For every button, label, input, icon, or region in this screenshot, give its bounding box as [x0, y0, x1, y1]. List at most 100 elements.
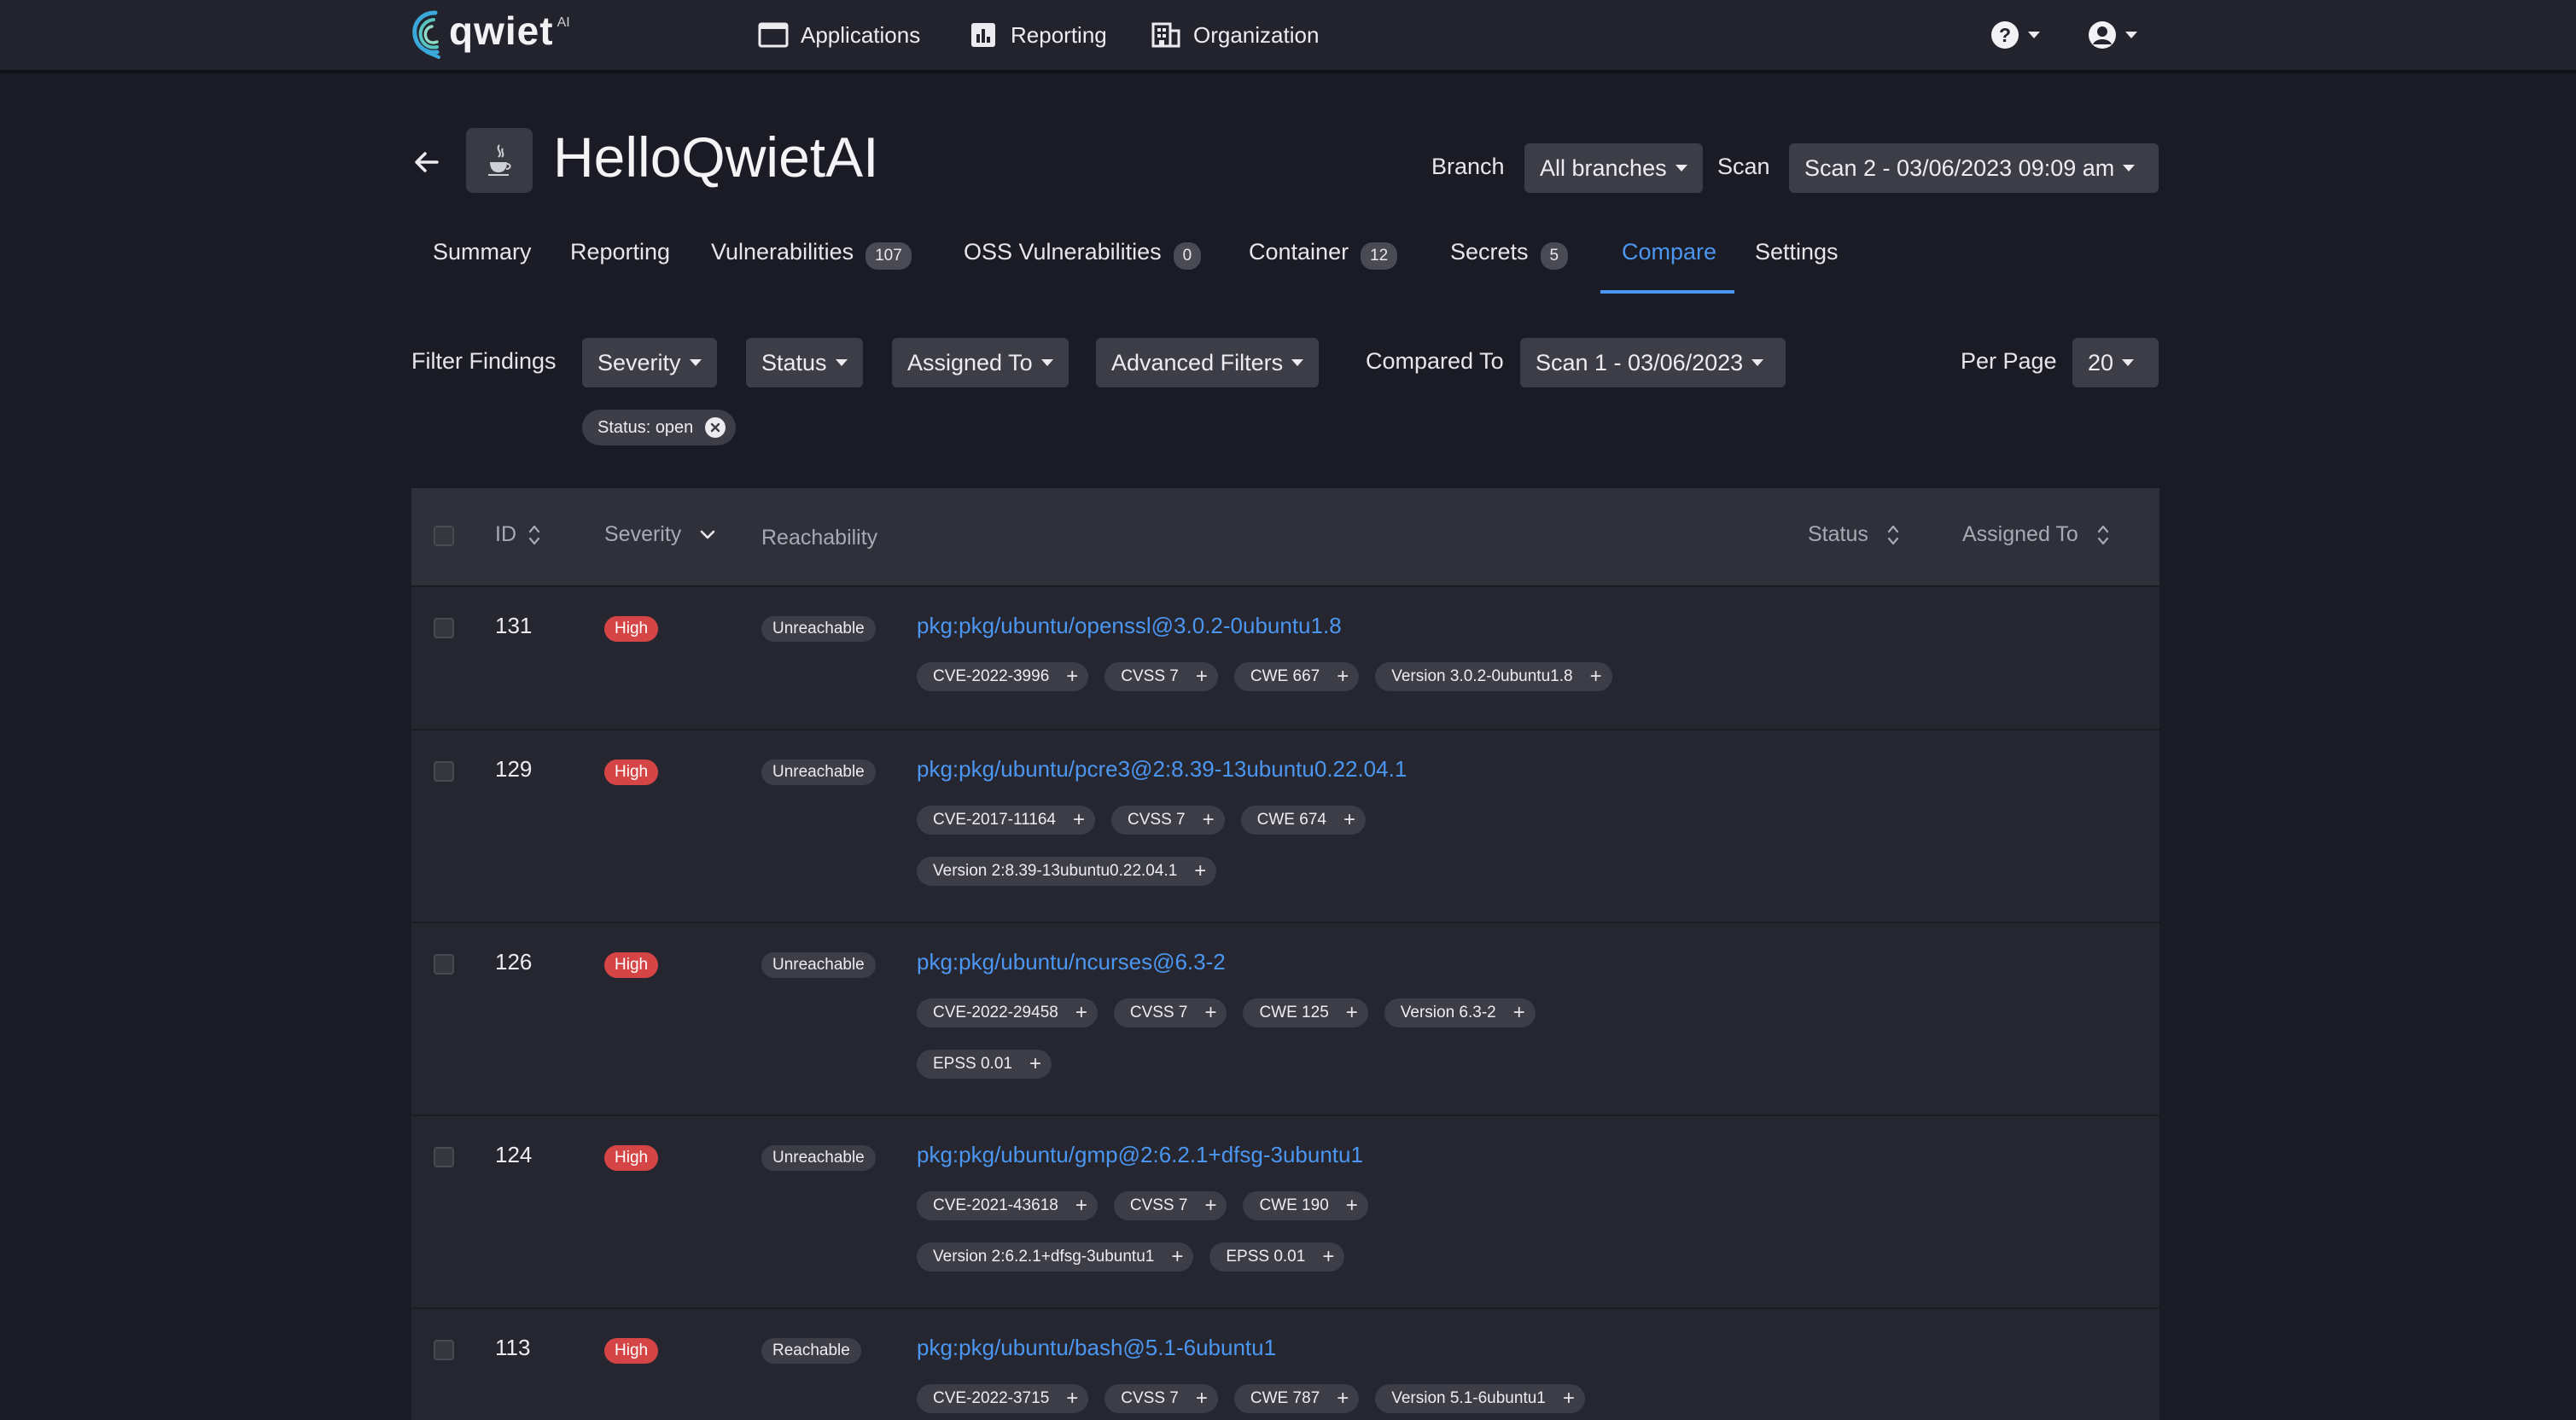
tab-summary[interactable]: Summary — [433, 239, 532, 294]
plus-icon[interactable]: + — [1171, 1247, 1183, 1267]
plus-icon[interactable]: + — [1196, 666, 1208, 687]
plus-icon[interactable]: + — [1513, 1003, 1525, 1023]
package-link[interactable]: pkg:pkg/ubuntu/ncurses@6.3-2 — [917, 949, 1226, 975]
column-label: Severity — [604, 522, 682, 546]
plus-icon[interactable]: + — [1337, 1388, 1349, 1409]
nav-reporting[interactable]: Reporting — [968, 17, 1107, 53]
tag-chip[interactable]: CVSS 7 + — [1113, 1191, 1227, 1220]
row-checkbox[interactable] — [434, 761, 454, 782]
advanced-filters-dropdown[interactable]: Advanced Filters — [1096, 338, 1320, 387]
tag-chip[interactable]: CVE-2022-3715 + — [917, 1384, 1089, 1413]
table-row[interactable]: 131 High Unreachable pkg:pkg/ubuntu/open… — [411, 587, 2159, 730]
tag-chip[interactable]: Version 2:6.2.1+dfsg-3ubuntu1 + — [917, 1242, 1194, 1272]
tag-chip[interactable]: Version 6.3-2 + — [1384, 998, 1536, 1027]
assigned-to-filter-dropdown[interactable]: Assigned To — [892, 338, 1069, 387]
qwiet-logo[interactable]: qwiet AI — [410, 9, 570, 60]
tag-chip[interactable]: EPSS 0.01 + — [1209, 1242, 1345, 1272]
tag-label: CWE 667 — [1250, 667, 1320, 685]
per-page-dropdown[interactable]: 20 — [2072, 338, 2159, 387]
help-menu[interactable]: ? — [1990, 20, 2040, 49]
column-header-assigned-to[interactable]: Assigned To — [1962, 522, 2109, 547]
compared-to-dropdown[interactable]: Scan 1 - 03/06/2023 — [1520, 338, 1786, 387]
tab-oss-vulnerabilities[interactable]: OSS Vulnerabilities 0 — [964, 239, 1202, 294]
tag-chip[interactable]: CWE 787 + — [1233, 1384, 1360, 1413]
nav-applications[interactable]: Applications — [758, 17, 920, 53]
status-filter-dropdown[interactable]: Status — [746, 338, 863, 387]
tab-settings[interactable]: Settings — [1755, 239, 1839, 294]
select-all-checkbox[interactable] — [434, 526, 454, 546]
table-row[interactable]: 124 High Unreachable pkg:pkg/ubuntu/gmp@… — [411, 1116, 2159, 1309]
tab-reporting[interactable]: Reporting — [570, 239, 670, 294]
tag-chip[interactable]: EPSS 0.01 + — [917, 1050, 1052, 1079]
scan-dropdown[interactable]: Scan 2 - 03/06/2023 09:09 am — [1789, 143, 2159, 193]
tag-chip[interactable]: CVSS 7 + — [1111, 806, 1225, 835]
package-link[interactable]: pkg:pkg/ubuntu/gmp@2:6.2.1+dfsg-3ubuntu1 — [917, 1142, 1363, 1168]
plus-icon[interactable]: + — [1075, 1196, 1087, 1216]
branch-dropdown[interactable]: All branches — [1524, 143, 1703, 193]
package-link[interactable]: pkg:pkg/ubuntu/pcre3@2:8.39-13ubuntu0.22… — [917, 756, 1407, 783]
row-checkbox[interactable] — [434, 1147, 454, 1167]
severity-badge: High — [604, 1145, 659, 1171]
tab-container[interactable]: Container 12 — [1249, 239, 1398, 294]
plus-icon[interactable]: + — [1343, 810, 1355, 830]
column-header-status[interactable]: Status — [1808, 522, 1899, 547]
severity-filter-dropdown[interactable]: Severity — [582, 338, 717, 387]
tag-chip[interactable]: CWE 190 + — [1243, 1191, 1368, 1220]
tag-chip[interactable]: CWE 674 + — [1240, 806, 1366, 835]
row-checkbox[interactable] — [434, 954, 454, 975]
tag-label: CVE-2021-43618 — [933, 1196, 1058, 1214]
plus-icon[interactable]: + — [1194, 861, 1206, 882]
plus-icon[interactable]: + — [1563, 1388, 1575, 1409]
plus-icon[interactable]: + — [1346, 1003, 1358, 1023]
back-arrow-icon[interactable] — [411, 147, 442, 178]
user-menu[interactable] — [2088, 20, 2137, 49]
plus-icon[interactable]: + — [1075, 1003, 1087, 1023]
count-badge: 107 — [865, 242, 912, 270]
package-link[interactable]: pkg:pkg/ubuntu/bash@5.1-6ubuntu1 — [917, 1335, 1276, 1361]
table-header: ID Severity Reachability Status Assigned… — [411, 488, 2159, 587]
plus-icon[interactable]: + — [1346, 1196, 1358, 1216]
tag-chip[interactable]: Version 5.1-6ubuntu1 + — [1375, 1384, 1585, 1413]
tag-chip[interactable]: CVE-2021-43618 + — [917, 1191, 1098, 1220]
nav-organization[interactable]: Organization — [1151, 17, 1319, 53]
plus-icon[interactable]: + — [1196, 1388, 1208, 1409]
plus-icon[interactable]: + — [1073, 810, 1085, 830]
tag-chip[interactable]: CVSS 7 + — [1113, 998, 1227, 1027]
tag-chip[interactable]: CVE-2017-11164 + — [917, 806, 1096, 835]
tab-compare[interactable]: Compare — [1622, 239, 1716, 294]
plus-icon[interactable]: + — [1204, 1003, 1216, 1023]
column-header-id[interactable]: ID — [495, 522, 540, 547]
tab-secrets[interactable]: Secrets 5 — [1450, 239, 1569, 294]
close-icon[interactable] — [705, 417, 726, 438]
table-row[interactable]: 129 High Unreachable pkg:pkg/ubuntu/pcre… — [411, 730, 2159, 923]
plus-icon[interactable]: + — [1203, 810, 1215, 830]
plus-icon[interactable]: + — [1066, 666, 1078, 687]
branch-label: Branch — [1431, 154, 1505, 179]
scan-label: Scan — [1717, 154, 1770, 179]
plus-icon[interactable]: + — [1322, 1247, 1334, 1267]
table-row[interactable]: 126 High Unreachable pkg:pkg/ubuntu/ncur… — [411, 923, 2159, 1116]
tag-chip[interactable]: CWE 667 + — [1233, 662, 1360, 691]
column-header-severity[interactable]: Severity — [604, 522, 715, 547]
package-link[interactable]: pkg:pkg/ubuntu/openssl@3.0.2-0ubuntu1.8 — [917, 613, 1342, 639]
plus-icon[interactable]: + — [1204, 1196, 1216, 1216]
tag-label: CVSS 7 — [1121, 667, 1179, 685]
plus-icon[interactable]: + — [1029, 1054, 1041, 1074]
tag-chip[interactable]: Version 3.0.2-0ubuntu1.8 + — [1375, 662, 1612, 691]
tab-vulnerabilities[interactable]: Vulnerabilities 107 — [711, 239, 912, 294]
tag-label: CVSS 7 — [1129, 1196, 1188, 1214]
tag-chip[interactable]: CVSS 7 + — [1104, 662, 1218, 691]
tag-label: CWE 787 — [1250, 1389, 1320, 1407]
plus-icon[interactable]: + — [1590, 666, 1602, 687]
plus-icon[interactable]: + — [1066, 1388, 1078, 1409]
tag-chip[interactable]: CWE 125 + — [1243, 998, 1368, 1027]
row-checkbox[interactable] — [434, 618, 454, 638]
table-row[interactable]: 113 High Reachable pkg:pkg/ubuntu/bash@5… — [411, 1309, 2159, 1420]
plus-icon[interactable]: + — [1337, 666, 1349, 687]
row-checkbox[interactable] — [434, 1340, 454, 1360]
tag-chip[interactable]: CVE-2022-3996 + — [917, 662, 1089, 691]
tag-chip[interactable]: CVSS 7 + — [1104, 1384, 1218, 1413]
tag-chip[interactable]: CVE-2022-29458 + — [917, 998, 1098, 1027]
reachability-badge: Unreachable — [761, 952, 876, 978]
tag-chip[interactable]: Version 2:8.39-13ubuntu0.22.04.1 + — [917, 857, 1217, 886]
